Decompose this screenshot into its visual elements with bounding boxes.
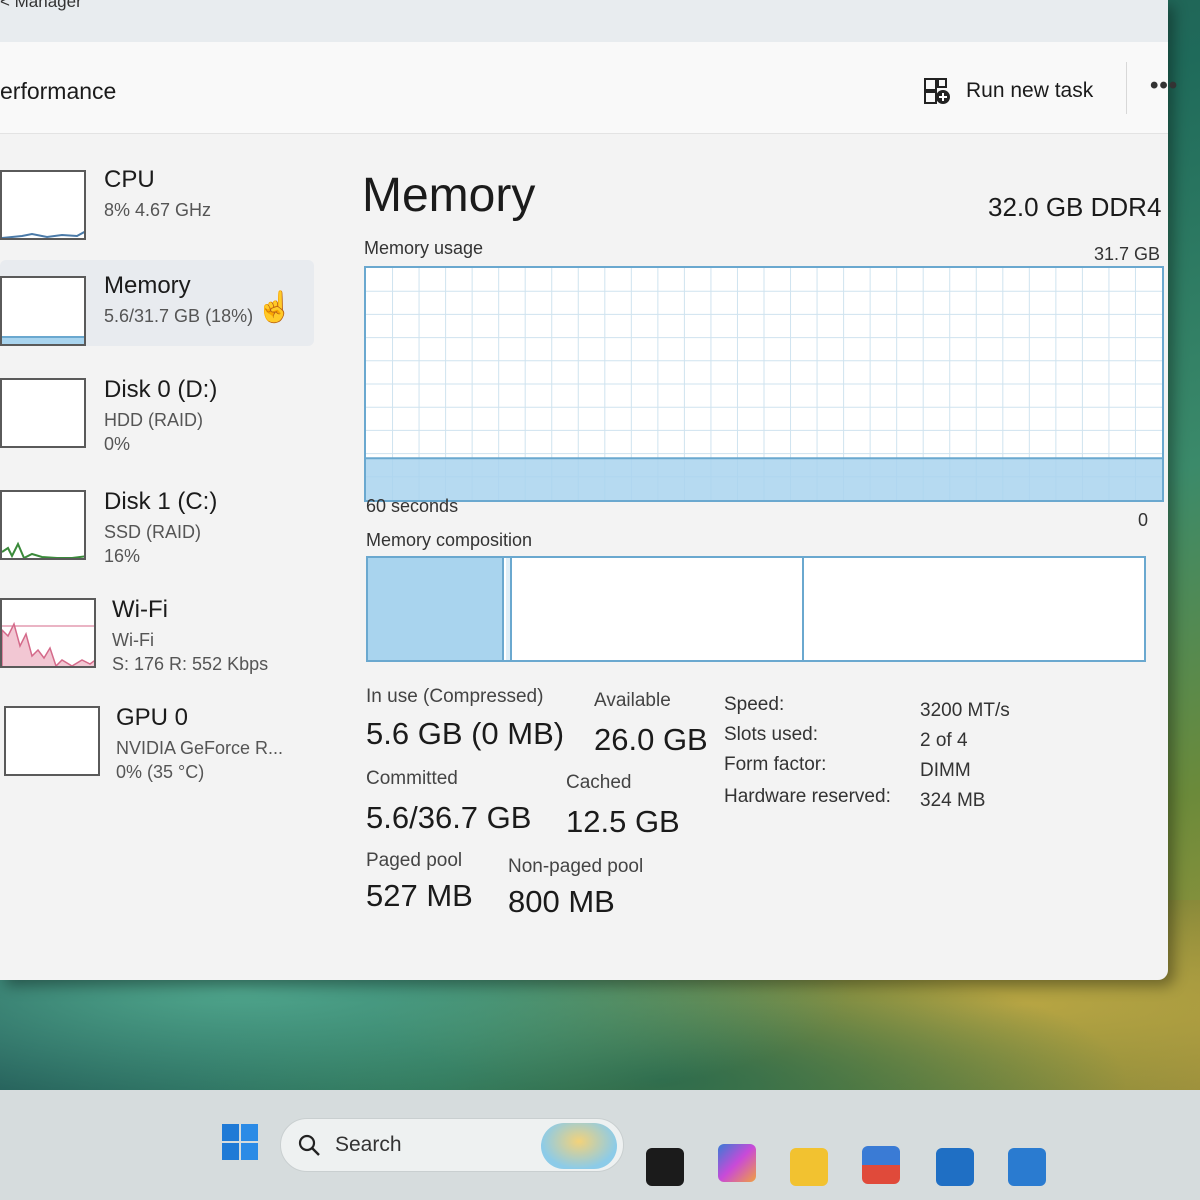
slots-used-label: Slots used: [724, 724, 818, 745]
sidebar-item-detail: SSD (RAID) [104, 522, 202, 542]
slots-used-value: 2 of 4 [920, 730, 968, 751]
memory-usage-area [366, 458, 1162, 500]
taskbar-search-box[interactable]: Search [280, 1118, 624, 1172]
file-explorer-icon[interactable] [790, 1148, 828, 1186]
speed-value: 3200 MT/s [920, 700, 1010, 721]
search-icon [298, 1134, 320, 1156]
sidebar-item-disk-1[interactable]: Disk 1 (C:) SSD (RAID) 16% [0, 484, 314, 570]
paged-pool-value: 527 MB [366, 878, 473, 913]
gpu-thumbnail-graph [4, 706, 100, 776]
run-new-task-label: Run new task [966, 79, 1094, 102]
sidebar-item-detail-2: 0% [104, 434, 131, 454]
form-factor-label: Form factor: [724, 754, 827, 775]
memory-usage-max: 31.7 GB [1094, 244, 1161, 264]
window-title: < Manager [0, 0, 82, 11]
memory-usage-svg [366, 268, 1162, 500]
memory-usage-label: Memory usage [364, 238, 484, 258]
cpu-thumbnail-graph [0, 170, 86, 240]
graph-zero-label: 0 [1138, 510, 1149, 530]
performance-sidebar: CPU 8% 4.67 GHz Memory 5.6/31.7 GB (18%)… [0, 150, 320, 810]
memory-title: Memory [362, 169, 536, 222]
page-title: erformance [0, 78, 117, 104]
sidebar-item-detail: 5.6/31.7 GB (18%) [104, 306, 254, 326]
sidebar-item-label: CPU [104, 166, 155, 193]
sidebar-item-gpu-0[interactable]: GPU 0 NVIDIA GeForce R... 0% (35 °C) [0, 704, 314, 790]
sidebar-item-detail: 8% 4.67 GHz [104, 200, 212, 220]
task-manager-taskbar-icon[interactable] [1008, 1148, 1046, 1186]
committed-value: 5.6/36.7 GB [366, 800, 532, 835]
microsoft-store-icon[interactable] [862, 1146, 900, 1184]
task-view-icon[interactable] [646, 1148, 684, 1186]
available-label: Available [594, 690, 671, 711]
sidebar-item-cpu[interactable]: CPU 8% 4.67 GHz [0, 150, 314, 240]
wifi-thumbnail-graph [0, 598, 96, 668]
composition-in-use[interactable] [368, 558, 504, 660]
form-factor-value: DIMM [920, 760, 971, 781]
in-use-value: 5.6 GB (0 MB) [366, 716, 565, 751]
taskbar: Search [0, 1090, 1200, 1200]
hardware-reserved-label: Hardware reserved: [724, 786, 891, 807]
sidebar-item-detail-2: 16% [104, 546, 141, 566]
sidebar-item-detail-2: S: 176 R: 552 Kbps [112, 654, 269, 674]
title-bar[interactable]: < Manager [0, 0, 1168, 42]
available-value: 26.0 GB [594, 722, 708, 757]
composition-standby[interactable] [514, 558, 804, 660]
sidebar-item-label: Disk 1 (C:) [104, 488, 218, 515]
outlook-icon[interactable] [936, 1148, 974, 1186]
disk1-thumbnail-graph [0, 490, 86, 560]
non-paged-pool-value: 800 MB [508, 884, 615, 919]
sidebar-item-disk-0[interactable]: Disk 0 (D:) HDD (RAID) 0% [0, 370, 314, 456]
command-separator [1126, 62, 1127, 114]
sidebar-item-detail-2: 0% (35 °C) [116, 762, 205, 782]
mouse-pointer-hand-icon: ☝ [256, 291, 294, 324]
windows-start-icon[interactable] [222, 1124, 258, 1160]
sidebar-item-label: Wi-Fi [112, 596, 168, 623]
non-paged-pool-label: Non-paged pool [508, 856, 644, 877]
time-span-label: 60 seconds [366, 496, 459, 516]
sidebar-item-detail: HDD (RAID) [104, 410, 203, 430]
committed-label: Committed [366, 768, 458, 789]
run-new-task-button[interactable]: Run new task [922, 76, 1093, 106]
command-bar: erformance Run new task ••• [0, 42, 1177, 134]
speed-label: Speed: [724, 694, 785, 715]
memory-thumbnail-graph [0, 276, 86, 346]
cached-label: Cached [566, 772, 632, 793]
hardware-reserved-value: 324 MB [920, 790, 986, 811]
memory-composition-label: Memory composition [366, 530, 533, 550]
sidebar-item-wifi[interactable]: Wi-Fi Wi-Fi S: 176 R: 552 Kbps [0, 594, 314, 680]
search-placeholder: Search [335, 1133, 402, 1156]
sidebar-item-detail: Wi-Fi [112, 630, 154, 650]
disk0-thumbnail-graph [0, 378, 86, 448]
cached-value: 12.5 GB [566, 804, 680, 839]
paged-pool-label: Paged pool [366, 850, 463, 871]
task-manager-window: < Manager erformance Run new task ••• CP… [0, 0, 1177, 980]
search-highlight-image [541, 1123, 617, 1169]
sidebar-item-label: Memory [104, 272, 191, 299]
run-task-icon [924, 78, 950, 104]
composition-free[interactable] [806, 558, 1144, 660]
sidebar-item-label: GPU 0 [116, 704, 189, 731]
sidebar-item-detail: NVIDIA GeForce R... [116, 738, 284, 758]
composition-modified[interactable] [506, 558, 512, 660]
memory-usage-graph [364, 266, 1164, 502]
more-options-button[interactable]: ••• [1150, 72, 1178, 100]
memory-spec: 32.0 GB DDR4 [988, 192, 1162, 222]
memory-composition-bar [366, 556, 1146, 662]
sidebar-item-label: Disk 0 (D:) [104, 376, 218, 403]
copilot-icon[interactable] [718, 1144, 756, 1182]
in-use-label: In use (Compressed) [366, 686, 544, 707]
